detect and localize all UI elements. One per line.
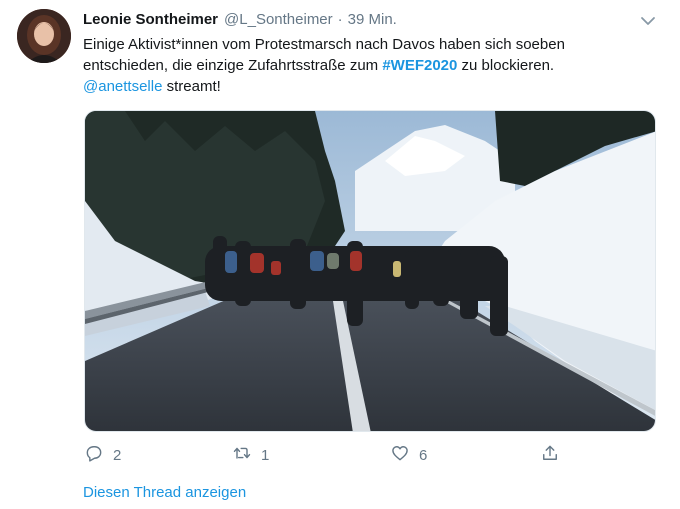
reply-count: 2	[113, 446, 122, 464]
reply-icon	[84, 443, 104, 468]
chevron-down-icon[interactable]	[639, 12, 657, 30]
heart-icon	[390, 443, 410, 468]
tweet-photo[interactable]	[84, 110, 656, 432]
avatar-photo	[17, 9, 71, 63]
retweet-button[interactable]: 1	[232, 443, 269, 467]
tweet-header: Leonie Sontheimer @L_Sontheimer · 39 Min…	[83, 11, 397, 31]
timestamp[interactable]: 39 Min.	[348, 11, 397, 28]
separator-dot: ·	[337, 11, 343, 28]
tweet-text: Einige Aktivist*innen vom Protestmarsch …	[83, 34, 643, 97]
mention-link[interactable]: @anettselle	[83, 78, 162, 95]
tweet-text-part2: zu blockieren.	[457, 57, 555, 74]
share-button[interactable]	[540, 443, 560, 467]
tweet-actions: 2 1 6	[84, 443, 574, 467]
photo-road-blockade	[85, 111, 655, 431]
retweet-count: 1	[261, 446, 270, 464]
like-button[interactable]: 6	[390, 443, 427, 467]
reply-button[interactable]: 2	[84, 443, 121, 467]
tweet-text-part3: streamt!	[162, 78, 221, 95]
retweet-icon	[232, 443, 252, 468]
hashtag-link[interactable]: #WEF2020	[382, 57, 457, 74]
tweet[interactable]: Leonie Sontheimer @L_Sontheimer · 39 Min…	[0, 0, 680, 509]
show-thread-link[interactable]: Diesen Thread anzeigen	[83, 484, 246, 501]
like-count: 6	[419, 446, 428, 464]
avatar[interactable]	[17, 9, 71, 63]
share-icon	[540, 443, 560, 468]
author-handle[interactable]: @L_Sontheimer	[224, 11, 333, 28]
author-name[interactable]: Leonie Sontheimer	[83, 11, 218, 28]
